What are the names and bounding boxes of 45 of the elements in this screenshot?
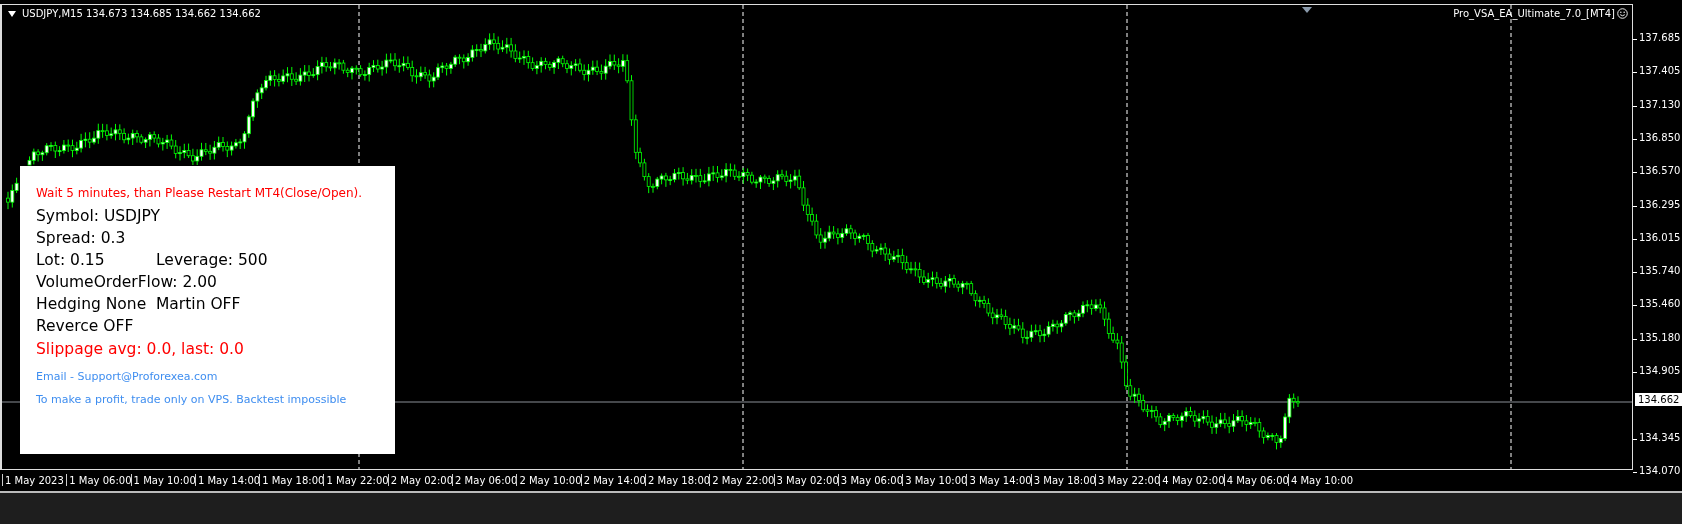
info-text: Email - Support@Proforexea.com bbox=[36, 369, 218, 385]
price-label: 136.570 bbox=[1633, 165, 1681, 177]
time-label: 2 May 22:00 bbox=[709, 474, 774, 486]
time-label: 1 May 10:00 bbox=[130, 474, 195, 486]
price-label: 136.295 bbox=[1633, 198, 1681, 210]
time-label: 2 May 10:00 bbox=[516, 474, 581, 486]
price-label: 135.460 bbox=[1633, 298, 1681, 310]
time-label: 3 May 18:00 bbox=[1030, 474, 1096, 486]
price-label: 134.905 bbox=[1633, 365, 1681, 376]
time-label: 2 May 02:00 bbox=[387, 474, 453, 486]
time-label: 2 May 18:00 bbox=[644, 474, 710, 486]
time-label: 4 May 02:00 bbox=[1159, 474, 1224, 486]
price-label: 135.740 bbox=[1633, 265, 1681, 277]
info-text: Leverage: 500 bbox=[156, 250, 268, 271]
info-text: Martin OFF bbox=[156, 294, 241, 315]
price-label: 135.180 bbox=[1633, 331, 1681, 343]
time-label: 4 May 10:00 bbox=[1287, 474, 1353, 486]
price-label: 137.130 bbox=[1633, 98, 1681, 110]
info-text: Spread: 0.3 bbox=[36, 228, 126, 249]
price-label: 136.015 bbox=[1633, 231, 1681, 243]
current-price-label: 134.662 bbox=[1635, 393, 1682, 406]
info-text: Reverce OFF bbox=[36, 316, 134, 337]
time-label: 4 May 06:00 bbox=[1223, 474, 1288, 486]
price-label: 136.850 bbox=[1633, 131, 1681, 143]
time-label: 1 May 06:00 bbox=[66, 474, 131, 486]
time-label: 1 May 22:00 bbox=[323, 474, 388, 486]
price-label: 137.685 bbox=[1633, 32, 1681, 43]
price-label: 137.405 bbox=[1633, 65, 1681, 77]
symbol-quote: USDJPY,M15 134.673 134.685 134.662 134.662 bbox=[22, 8, 261, 19]
info-text: Slippage avg: 0.0, last: 0.0 bbox=[36, 339, 244, 360]
info-text: Hedging None bbox=[36, 294, 148, 315]
info-text: Wait 5 minutes, than Please Restart MT4(Close/Open). bbox=[36, 186, 363, 200]
expert-name: Pro_VSA_EA_Ultimate_7.0_[MT4] bbox=[1453, 8, 1615, 19]
time-label: 1 May 14:00 bbox=[194, 474, 260, 486]
time-label: 3 May 02:00 bbox=[773, 474, 838, 486]
info-text: Lot: 0.15 bbox=[36, 250, 106, 271]
time-label: 1 May 2023 bbox=[2, 474, 67, 486]
time-label: 2 May 14:00 bbox=[580, 474, 645, 486]
time-label: 3 May 14:00 bbox=[966, 474, 1031, 486]
info-text: Symbol: USDJPY bbox=[36, 206, 161, 227]
info-text: To make a profit, trade only on VPS. Backtest impossible bbox=[36, 392, 347, 408]
price-label: 134.070 bbox=[1633, 464, 1681, 476]
price-label: 134.345 bbox=[1633, 431, 1681, 443]
info-text: VolumeOrderFlow: 2.00 bbox=[36, 272, 217, 293]
time-label: 3 May 06:00 bbox=[837, 474, 903, 486]
